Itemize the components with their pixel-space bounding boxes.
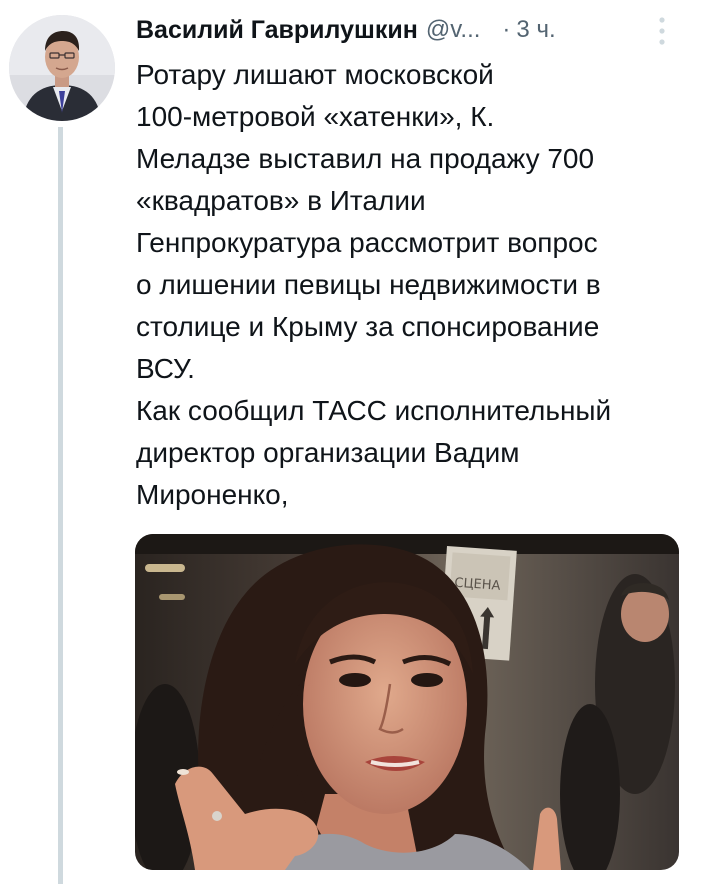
author-avatar[interactable] [9,15,115,121]
woman-photo: СЦЕНА [135,534,679,870]
tweet-text-line: Меладзе выставил на продажу 700 [136,143,595,174]
tweet-text-line: Генпрокуратура рассмотрит вопрос [136,227,598,258]
author-handle[interactable]: @v... [426,16,481,44]
tweet-text-line: Мироненко, [136,479,289,510]
more-options-button[interactable] [652,14,672,48]
avatar-photo [9,15,115,121]
tweet-header: Василий Гаврилушкин @v... · 3 ч. [136,10,676,50]
tweet-text-line: 100-метровой «хатенки», К. [136,101,495,132]
tweet-text-line: столице и Крыму за спонсирование [136,311,600,342]
tweet-text-line: директор организации Вадим [136,437,520,468]
tweet-text-line: ВСУ. [136,353,195,384]
sign-text: СЦЕНА [454,576,501,594]
tweet-body-text: Ротару лишают московской 100-метровой «х… [136,54,692,516]
tweet-text-line: о лишении певицы недвижимости в [136,269,601,300]
tweet[interactable]: Василий Гаврилушкин @v... · 3 ч. Ротару … [0,0,702,884]
author-display-name[interactable]: Василий Гаврилушкин [136,16,418,45]
header-separator: · [502,16,511,43]
tweet-timestamp[interactable]: 3 ч. [516,16,555,44]
tweet-text-line: Как сообщил ТАСС исполнительный [136,395,612,426]
more-vertical-icon [659,17,665,45]
tweet-text-line: «квадратов» в Италии [136,185,426,216]
tweet-media-image[interactable]: СЦЕНА [135,534,679,870]
thread-connector-line [58,127,63,884]
tweet-text-line: Ротару лишают московской [136,59,494,90]
